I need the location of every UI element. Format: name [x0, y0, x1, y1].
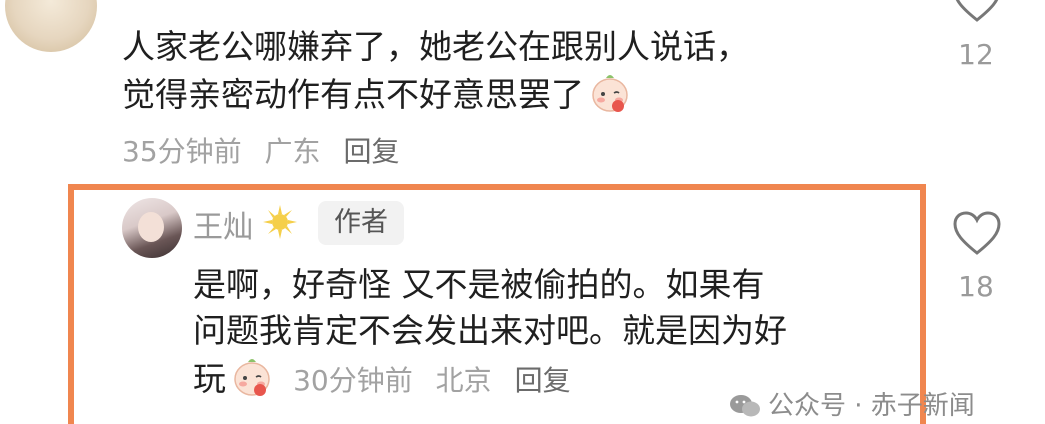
- comment-line-2: 觉得亲密动作有点不好意思罢了: [122, 70, 749, 118]
- commenter-avatar[interactable]: [5, 0, 97, 52]
- reply-line-2: 问题我肯定不会发出来对吧。就是因为好: [193, 311, 787, 350]
- watermark: 公众号 · 赤子新闻: [728, 385, 975, 422]
- author-avatar[interactable]: [122, 198, 182, 258]
- reply-meta: 30分钟前 北京 回复: [293, 364, 584, 397]
- sun-badge-icon: [263, 205, 297, 239]
- reply-button[interactable]: 回复: [343, 135, 399, 168]
- like-count: 12: [958, 38, 994, 71]
- reply-button[interactable]: 回复: [515, 364, 571, 397]
- reply-last-line: 玩 30分钟前 北京 回复: [193, 354, 585, 402]
- comment-line-1: 人家老公哪嫌弃了，她老公在跟别人说话，: [122, 27, 749, 66]
- comment-time: 35分钟前: [122, 135, 242, 168]
- reply-line-1: 是啊，好奇怪 又不是被偷拍的。如果有: [193, 265, 765, 304]
- watermark-text: 公众号 · 赤子新闻: [768, 391, 975, 421]
- blushing-peach-emoji-icon: [592, 75, 628, 112]
- reply-text: 是啊，好奇怪 又不是被偷拍的。如果有 问题我肯定不会发出来对吧。就是因为好: [193, 262, 787, 354]
- blushing-peach-emoji-icon: [234, 359, 270, 396]
- like-count: 18: [958, 270, 994, 303]
- author-name[interactable]: 王灿: [193, 202, 253, 246]
- reply-time: 30分钟前: [293, 364, 413, 397]
- reply-location: 北京: [435, 364, 492, 397]
- wechat-icon: [730, 395, 760, 417]
- reply-line-3: 玩: [193, 359, 226, 398]
- comment-meta: 35分钟前 广东 回复: [122, 130, 413, 170]
- heart-icon[interactable]: [952, 211, 1002, 257]
- comment-location: 广东: [264, 135, 321, 168]
- comment-text: 人家老公哪嫌弃了，她老公在跟别人说话， 觉得亲密动作有点不好意思罢了: [122, 24, 749, 118]
- author-badge: 作者: [318, 201, 404, 245]
- heart-icon[interactable]: [952, 0, 1002, 24]
